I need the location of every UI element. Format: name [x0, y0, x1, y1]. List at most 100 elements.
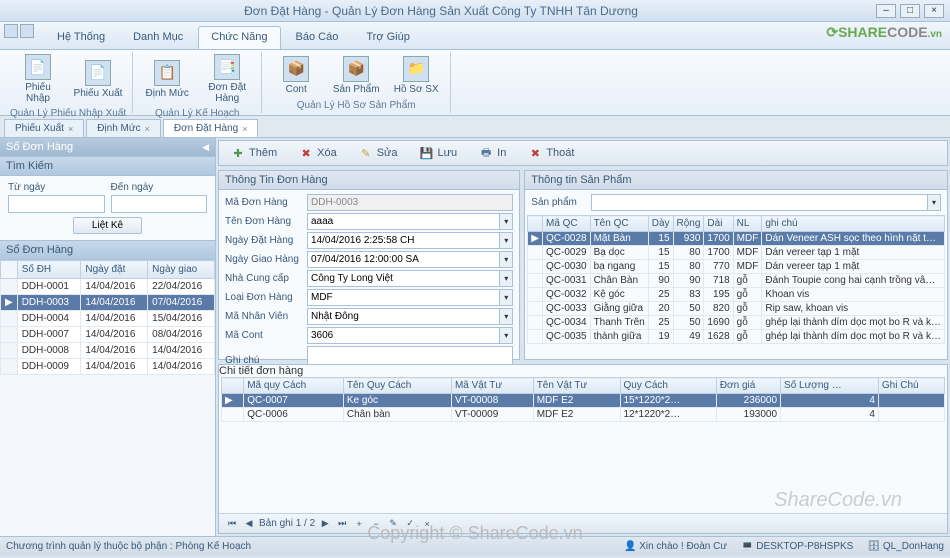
status-bar: Chương trình quản lý thuộc bộ phận : Phò… — [0, 536, 950, 556]
ribbon-icon: 📑 — [214, 54, 240, 80]
menu-tab-2[interactable]: Chức Năng — [198, 26, 280, 49]
orders-grid[interactable]: Số ĐHNgày đặtNgày giaoDDH-000114/04/2016… — [0, 260, 215, 375]
to-date-input[interactable] — [111, 195, 208, 213]
table-row[interactable]: DDH-000714/04/201608/04/2016 — [1, 327, 215, 343]
ribbon-đơn-đặt-hàng[interactable]: 📑Đơn Đặt Hàng — [199, 52, 255, 106]
ribbon-icon: 📦 — [343, 56, 369, 82]
dropdown-icon[interactable]: ▾ — [927, 194, 941, 211]
orders-header: Sổ Đơn Hàng — [0, 240, 215, 260]
toolbar-exit-button[interactable]: ✖Thoát — [522, 144, 580, 162]
from-date-label: Từ ngày — [8, 182, 105, 193]
record-navigator[interactable]: ⏮ ◀ Bản ghi 1 / 2 ▶ ⏭ + − ✎ ✓ × — [219, 513, 947, 533]
table-row[interactable]: QC-0033Giằng giữa2050820gỗRip saw, khoan… — [528, 302, 945, 316]
pager-cancel-icon[interactable]: × — [420, 517, 434, 531]
dropdown-icon[interactable]: ▾ — [499, 327, 513, 344]
qat-btn-1[interactable] — [4, 24, 18, 38]
toolbar-print-button[interactable]: 🖶In — [473, 144, 512, 162]
table-row[interactable]: ▶DDH-000314/04/201607/04/2016 — [1, 295, 215, 311]
close-tab-icon[interactable]: × — [145, 124, 150, 134]
table-row[interactable]: DDH-000114/04/201622/04/2016 — [1, 279, 215, 295]
pager-prev-icon[interactable]: ◀ — [242, 517, 256, 531]
dropdown-icon[interactable]: ▾ — [499, 213, 513, 230]
product-grid[interactable]: Mã QCTên QCDàyRộngDàiNLghi chú▶QC-0028Mặ… — [527, 215, 945, 359]
order-info-group: Thông Tin Đơn Hàng Mã Đơn Hàng Tên Đơn H… — [218, 170, 520, 360]
product-combo[interactable] — [591, 194, 927, 211]
maximize-button[interactable]: □ — [900, 4, 920, 18]
collapse-icon[interactable]: ◀ — [202, 142, 209, 153]
toolbar-save-button[interactable]: 💾Lưu — [414, 144, 464, 162]
title-bar: Đơn Đặt Hàng - Quản Lý Đơn Hàng Sản Xuất… — [0, 0, 950, 22]
qat-btn-2[interactable] — [20, 24, 34, 38]
table-row[interactable]: DDH-000414/04/201615/04/2016 — [1, 311, 215, 327]
delivery-date-input[interactable] — [307, 251, 499, 268]
minimize-button[interactable]: – — [876, 4, 896, 18]
table-row[interactable]: QC-0006Chân bànVT-00009MDF E212*1220*2…1… — [222, 408, 945, 422]
menu-tab-1[interactable]: Danh Mục — [120, 26, 196, 49]
pager-last-icon[interactable]: ⏭ — [335, 517, 349, 531]
table-row[interactable]: DDH-000814/04/201614/04/2016 — [1, 343, 215, 359]
del-icon: ✖ — [299, 146, 313, 160]
filter-header: Tìm Kiếm — [0, 156, 215, 176]
pager-add-icon[interactable]: + — [352, 517, 366, 531]
status-user: 👤 Xin chào ! Đoàn Cư — [624, 541, 727, 552]
ribbon-cont[interactable]: 📦Cont — [268, 52, 324, 98]
action-toolbar: ✚Thêm ✖Xóa ✎Sửa 💾Lưu 🖶In ✖Thoát — [218, 140, 948, 166]
table-row[interactable]: QC-0034Thanh Trên25501690gỗghép lại thàn… — [528, 316, 945, 330]
dropdown-icon[interactable]: ▾ — [499, 232, 513, 249]
pager-del-icon[interactable]: − — [369, 517, 383, 531]
pager-edit-icon[interactable]: ✎ — [386, 517, 400, 531]
close-tab-icon[interactable]: × — [68, 124, 73, 134]
ribbon-hồ-sơ-sx[interactable]: 📁Hồ Sơ SX — [388, 52, 444, 98]
dropdown-icon[interactable]: ▾ — [499, 251, 513, 268]
menu-tab-0[interactable]: Hệ Thống — [44, 26, 118, 49]
order-detail-group: Chi tiết đơn hàng Mã quy CáchTên Quy Các… — [218, 364, 948, 534]
table-row[interactable]: QC-0031Chân Bàn9090718gỗĐánh Toupie cong… — [528, 274, 945, 288]
ribbon-icon: 📄 — [85, 60, 111, 86]
table-row[interactable]: ▶QC-0028Mặt Bàn159301700MDFDán Veneer AS… — [528, 232, 945, 246]
table-row[interactable]: DDH-000914/04/201614/04/2016 — [1, 359, 215, 375]
table-row[interactable]: ▶QC-0007Ke gócVT-00008MDF E215*1220*2…23… — [222, 394, 945, 408]
cont-input[interactable] — [307, 327, 499, 344]
add-icon: ✚ — [231, 146, 245, 160]
toolbar-add-button[interactable]: ✚Thêm — [225, 144, 283, 162]
ribbon-phiếu-xuất[interactable]: 📄Phiếu Xuất — [70, 52, 126, 106]
ribbon-sản-phẩm[interactable]: 📦Sản Phẩm — [328, 52, 384, 98]
status-host: 💻 DESKTOP-P8HSPKS — [741, 541, 853, 552]
toolbar-edit-button[interactable]: ✎Sửa — [353, 144, 404, 162]
pager-first-icon[interactable]: ⏮ — [225, 517, 239, 531]
brand-logo: ⟳SHARECODE.vn — [826, 24, 942, 41]
ribbon-icon: 📄 — [25, 54, 51, 80]
table-row[interactable]: QC-0032Kệ góc2583195gỗKhoan vis — [528, 288, 945, 302]
doc-tab[interactable]: Định Mức× — [86, 119, 161, 137]
ribbon-định-mức[interactable]: 📋Định Mức — [139, 52, 195, 106]
product-info-group: Thông tin Sản Phẩm Sản phẩm▾ Mã QCTên QC… — [524, 170, 948, 360]
dropdown-icon[interactable]: ▾ — [499, 289, 513, 306]
main-content: ✚Thêm ✖Xóa ✎Sửa 💾Lưu 🖶In ✖Thoát Thông Tin Đơn… — [216, 138, 950, 536]
toolbar-del-button[interactable]: ✖Xóa — [293, 144, 343, 162]
menu-tab-3[interactable]: Báo Cáo — [283, 26, 352, 49]
close-tab-icon[interactable]: × — [242, 124, 247, 134]
table-row[interactable]: QC-0035thành giữa19491628gỗghép lại thàn… — [528, 330, 945, 344]
order-name-input[interactable] — [307, 213, 499, 230]
doc-tab[interactable]: Phiếu Xuất× — [4, 119, 84, 137]
dropdown-icon[interactable]: ▾ — [499, 270, 513, 287]
staff-input[interactable] — [307, 308, 499, 325]
pager-check-icon[interactable]: ✓ — [403, 517, 417, 531]
supplier-input[interactable] — [307, 270, 499, 287]
close-button[interactable]: × — [924, 4, 944, 18]
workspace: Sổ Đơn Hàng ◀ Tìm Kiếm Từ ngày Đến ngày … — [0, 138, 950, 536]
detail-grid[interactable]: Mã quy CáchTên Quy CáchMã Vật TưTên Vật … — [221, 377, 945, 513]
ribbon-phiếu-nhập[interactable]: 📄Phiếu Nhập — [10, 52, 66, 106]
dropdown-icon[interactable]: ▾ — [499, 308, 513, 325]
order-date-input[interactable] — [307, 232, 499, 249]
table-row[interactable]: QC-0029Bạ dọc15801700MDFDán vereer tạp 1… — [528, 246, 945, 260]
order-type-input[interactable] — [307, 289, 499, 306]
menu-tab-4[interactable]: Trợ Giúp — [353, 26, 422, 49]
list-button[interactable]: Liệt Kê — [73, 217, 142, 234]
doc-tab[interactable]: Đơn Đặt Hàng× — [163, 119, 259, 137]
table-row[interactable]: QC-0030bạ ngang1580770MDFDán vereer tạp … — [528, 260, 945, 274]
from-date-input[interactable] — [8, 195, 105, 213]
status-db: 🗄 QL_DonHang — [867, 541, 944, 552]
pager-next-icon[interactable]: ▶ — [318, 517, 332, 531]
status-left: Chương trình quản lý thuộc bộ phận : Phò… — [6, 541, 251, 552]
